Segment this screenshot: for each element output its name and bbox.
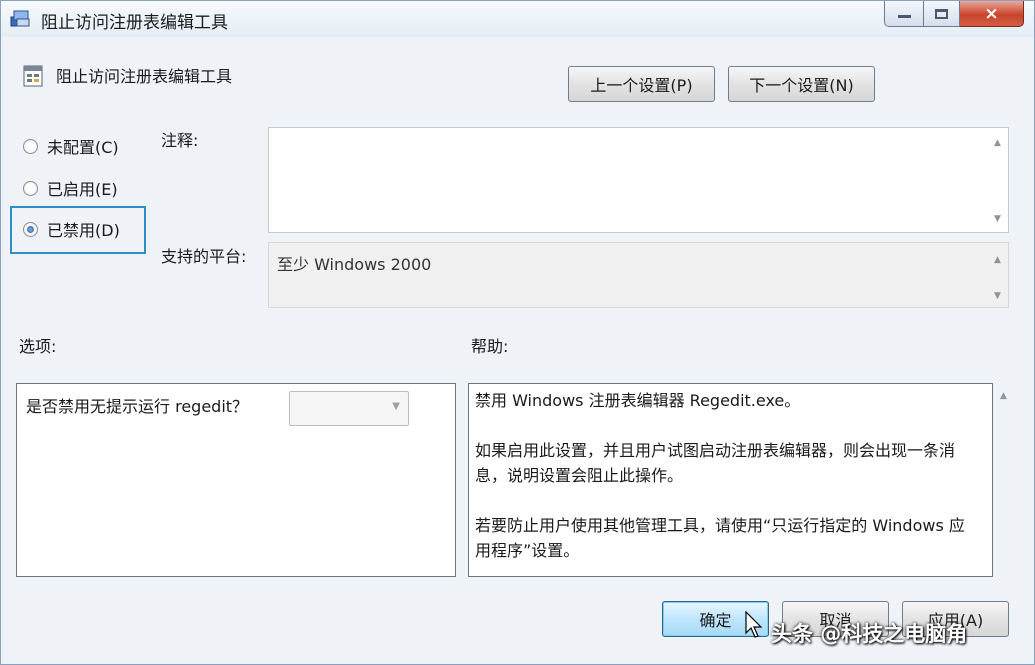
comment-scrollbar[interactable]: ▲ ▼ (990, 128, 1008, 232)
help-text: 禁用 Windows 注册表编辑器 Regedit.exe。 如果启用此设置，并… (475, 388, 980, 588)
title-bar[interactable]: 阻止访问注册表编辑工具 × (1, 1, 1034, 37)
minimize-button[interactable] (884, 1, 924, 27)
policy-name: 阻止访问注册表编辑工具 (56, 67, 233, 86)
radio-button-selected[interactable] (23, 221, 38, 237)
maximize-icon (935, 8, 948, 19)
scroll-down-icon[interactable]: ▼ (994, 291, 1001, 301)
platform-label: 支持的平台: (161, 247, 247, 266)
help-scrollbar[interactable]: ▲ (996, 387, 1014, 577)
chevron-down-icon: ▼ (392, 401, 400, 412)
radio-label: 已禁用(D) (47, 221, 120, 240)
window-title: 阻止访问注册表编辑工具 (41, 13, 228, 33)
maximize-button[interactable] (924, 1, 960, 27)
watermark-text: 头条 @科技之电脑角 (771, 622, 968, 646)
radio-disabled[interactable]: 已禁用(D) (23, 217, 120, 241)
radio-button[interactable] (23, 180, 38, 196)
close-button[interactable]: × (960, 1, 1024, 27)
previous-setting-button[interactable]: 上一个设置(P) (568, 66, 715, 102)
help-panel: 禁用 Windows 注册表编辑器 Regedit.exe。 如果启用此设置，并… (468, 383, 993, 577)
mouse-pointer-icon (745, 611, 763, 638)
radio-button[interactable] (23, 138, 38, 154)
radio-not-configured[interactable]: 未配置(C) (23, 134, 119, 158)
policy-setting-icon (23, 65, 43, 87)
minimize-icon (897, 15, 911, 18)
options-label: 选项: (19, 337, 57, 356)
radio-enabled[interactable]: 已启用(E) (23, 176, 118, 200)
help-paragraph: 禁用 Windows 注册表编辑器 Regedit.exe。 (475, 391, 801, 410)
comment-textarea[interactable]: ▲ ▼ (268, 127, 1009, 233)
help-paragraph: 若要防止用户使用其他管理工具，请使用“只运行指定的 Windows 应用程序”设… (475, 516, 965, 560)
radio-label: 已启用(E) (47, 180, 118, 199)
radio-label: 未配置(C) (47, 138, 119, 157)
help-label: 帮助: (471, 337, 509, 356)
scroll-down-icon[interactable]: ▼ (994, 214, 1001, 224)
option-item-label: 是否禁用无提示运行 regedit？ (26, 397, 249, 416)
regedit-combo-box[interactable]: ▼ (289, 391, 409, 426)
help-paragraph: 如果启用此设置，并且用户试图启动注册表编辑器，则会出现一条消息，说明设置会阻止此… (475, 441, 956, 485)
comment-label: 注释: (161, 131, 199, 150)
platform-value: 至少 Windows 2000 (277, 255, 432, 274)
caption-buttons: × (884, 1, 1024, 27)
platform-scrollbar[interactable]: ▲ ▼ (990, 243, 1008, 307)
platform-field: 至少 Windows 2000 ▲ ▼ (268, 242, 1009, 308)
next-setting-button[interactable]: 下一个设置(N) (728, 66, 875, 102)
regedit-icon (10, 10, 30, 27)
scroll-up-icon[interactable]: ▲ (994, 138, 1001, 148)
scroll-up-icon[interactable]: ▲ (1000, 391, 1007, 401)
scroll-up-icon[interactable]: ▲ (994, 255, 1001, 265)
close-icon: × (984, 3, 999, 24)
group-policy-dialog: 阻止访问注册表编辑工具 × 阻止访问注册表编辑工具 上一个设置(P) 下一个设置… (0, 0, 1035, 665)
